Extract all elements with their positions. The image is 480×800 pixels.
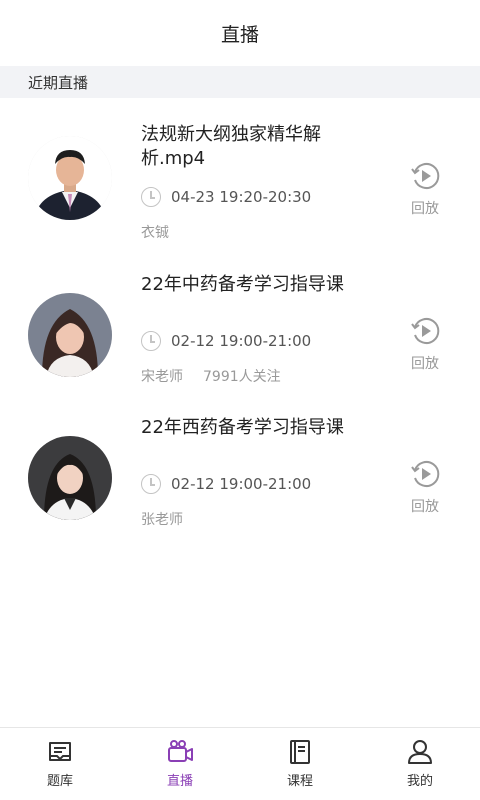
replay-icon: [411, 318, 440, 344]
section-header: 近期直播: [0, 66, 480, 98]
teacher-row: 衣铖: [141, 222, 169, 242]
replay-icon: [411, 461, 440, 487]
live-item[interactable]: 22年西药备考学习指导课 02-12 19:00-21:00 张老师 回放: [0, 396, 480, 539]
section-title: 近期直播: [28, 73, 89, 92]
replay-label: 回放: [411, 356, 439, 372]
replay-button[interactable]: 回放: [405, 315, 445, 373]
time-row: 02-12 19:00-21:00: [141, 331, 311, 351]
tab-label: 我的: [406, 774, 433, 789]
tab-label: 题库: [46, 774, 73, 789]
teacher-name: 张老师: [141, 512, 183, 528]
avatar: [28, 136, 112, 220]
tab-profile[interactable]: 我的: [360, 728, 480, 800]
live-time: 04-23 19:20-20:30: [171, 188, 312, 206]
teacher-row: 宋老师 7991人关注: [141, 366, 281, 386]
tab-question-bank[interactable]: 题库: [0, 728, 120, 800]
avatar: [28, 436, 112, 520]
profile-icon: [408, 740, 432, 764]
live-camera-icon: [168, 740, 193, 762]
live-item[interactable]: 法规新大纲独家精华解析.mp4 04-23 19:20-20:30 衣铖 回放: [0, 98, 480, 253]
teacher-name: 宋老师: [141, 369, 183, 385]
bottom-tab-bar: 题库 直播 课程 我的: [0, 727, 480, 800]
live-time: 02-12 19:00-21:00: [171, 475, 312, 493]
live-item[interactable]: 22年中药备考学习指导课 02-12 19:00-21:00 宋老师 7991人…: [0, 253, 480, 396]
live-time: 02-12 19:00-21:00: [171, 332, 312, 350]
live-title: 法规新大纲独家精华解析.mp4: [141, 124, 321, 169]
live-list: 法规新大纲独家精华解析.mp4 04-23 19:20-20:30 衣铖 回放: [0, 98, 480, 539]
replay-label: 回放: [411, 201, 439, 217]
replay-button[interactable]: 回放: [405, 160, 445, 218]
live-title: 22年西药备考学习指导课: [141, 417, 344, 438]
tab-live[interactable]: 直播: [120, 728, 240, 800]
time-row: 02-12 19:00-21:00: [141, 474, 311, 494]
course-book-icon: [290, 740, 310, 764]
live-title: 22年中药备考学习指导课: [141, 274, 344, 295]
replay-label: 回放: [411, 499, 439, 515]
teacher-row: 张老师: [141, 509, 183, 529]
avatar: [28, 293, 112, 377]
clock-icon: [141, 331, 161, 351]
follower-count: 7991人关注: [203, 369, 281, 385]
top-bar: 直播: [0, 0, 480, 66]
tab-label: 直播: [166, 774, 193, 789]
teacher-name: 衣铖: [141, 225, 169, 241]
time-row: 04-23 19:20-20:30: [141, 187, 311, 207]
tab-course[interactable]: 课程: [240, 728, 360, 800]
tab-label: 课程: [286, 774, 313, 789]
page-title: 直播: [220, 23, 259, 46]
question-bank-icon: [49, 742, 71, 761]
clock-icon: [141, 474, 161, 494]
replay-icon: [411, 163, 440, 189]
clock-icon: [141, 187, 161, 207]
replay-button[interactable]: 回放: [405, 458, 445, 516]
